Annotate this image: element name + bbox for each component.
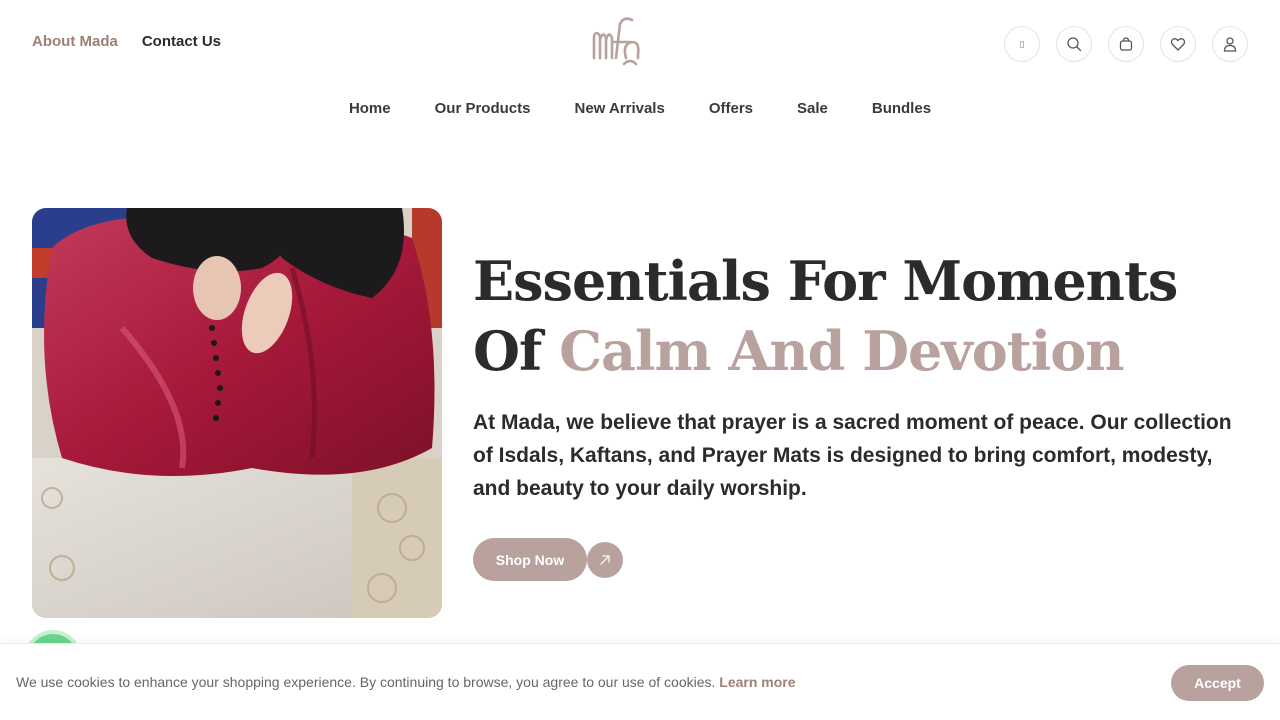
- nav-item-home[interactable]: Home: [349, 100, 391, 117]
- nav-item-offers[interactable]: Offers: [709, 100, 753, 117]
- contact-link[interactable]: Contact Us: [142, 33, 221, 50]
- hero-title: Essentials For Moments Of Calm And Devot…: [473, 246, 1263, 386]
- wishlist-button[interactable]: [1160, 26, 1196, 62]
- cart-icon: [1119, 37, 1133, 51]
- flag-icon: ▯: [1019, 38, 1025, 49]
- top-links: About Mada Contact Us: [32, 33, 221, 50]
- main-nav: Home Our Products New Arrivals Offers Sa…: [0, 100, 1280, 117]
- cookie-message: We use cookies to enhance your shopping …: [16, 674, 796, 690]
- header-icons: ▯: [1004, 26, 1248, 62]
- brand-logo[interactable]: [586, 14, 654, 68]
- shop-now-button[interactable]: Shop Now: [473, 538, 587, 581]
- cookie-text: We use cookies to enhance your shopping …: [16, 674, 716, 690]
- shop-now-arrow-button[interactable]: [587, 542, 623, 578]
- nav-item-sale[interactable]: Sale: [797, 100, 828, 117]
- nav-item-bundles[interactable]: Bundles: [872, 100, 931, 117]
- cart-button[interactable]: [1108, 26, 1144, 62]
- search-button[interactable]: [1056, 26, 1092, 62]
- nav-item-our-products[interactable]: Our Products: [435, 100, 531, 117]
- hero-description: At Mada, we believe that prayer is a sac…: [473, 411, 1232, 500]
- cookie-accept-button[interactable]: Accept: [1171, 665, 1264, 701]
- arrow-up-right-icon: [600, 555, 610, 565]
- nav-item-new-arrivals[interactable]: New Arrivals: [574, 100, 664, 117]
- hero-image: [32, 208, 442, 618]
- user-icon: [1223, 37, 1237, 52]
- about-link[interactable]: About Mada: [32, 33, 118, 50]
- language-button[interactable]: ▯: [1004, 26, 1040, 62]
- search-icon: [1067, 37, 1082, 52]
- hero-title-accent: Calm And Devotion: [559, 319, 1124, 383]
- heart-icon: [1170, 38, 1186, 51]
- cookie-banner: We use cookies to enhance your shopping …: [0, 643, 1280, 720]
- cookie-learn-more-link[interactable]: Learn more: [719, 674, 795, 690]
- account-button[interactable]: [1212, 26, 1248, 62]
- site-header: About Mada Contact Us ▯: [0, 0, 1280, 88]
